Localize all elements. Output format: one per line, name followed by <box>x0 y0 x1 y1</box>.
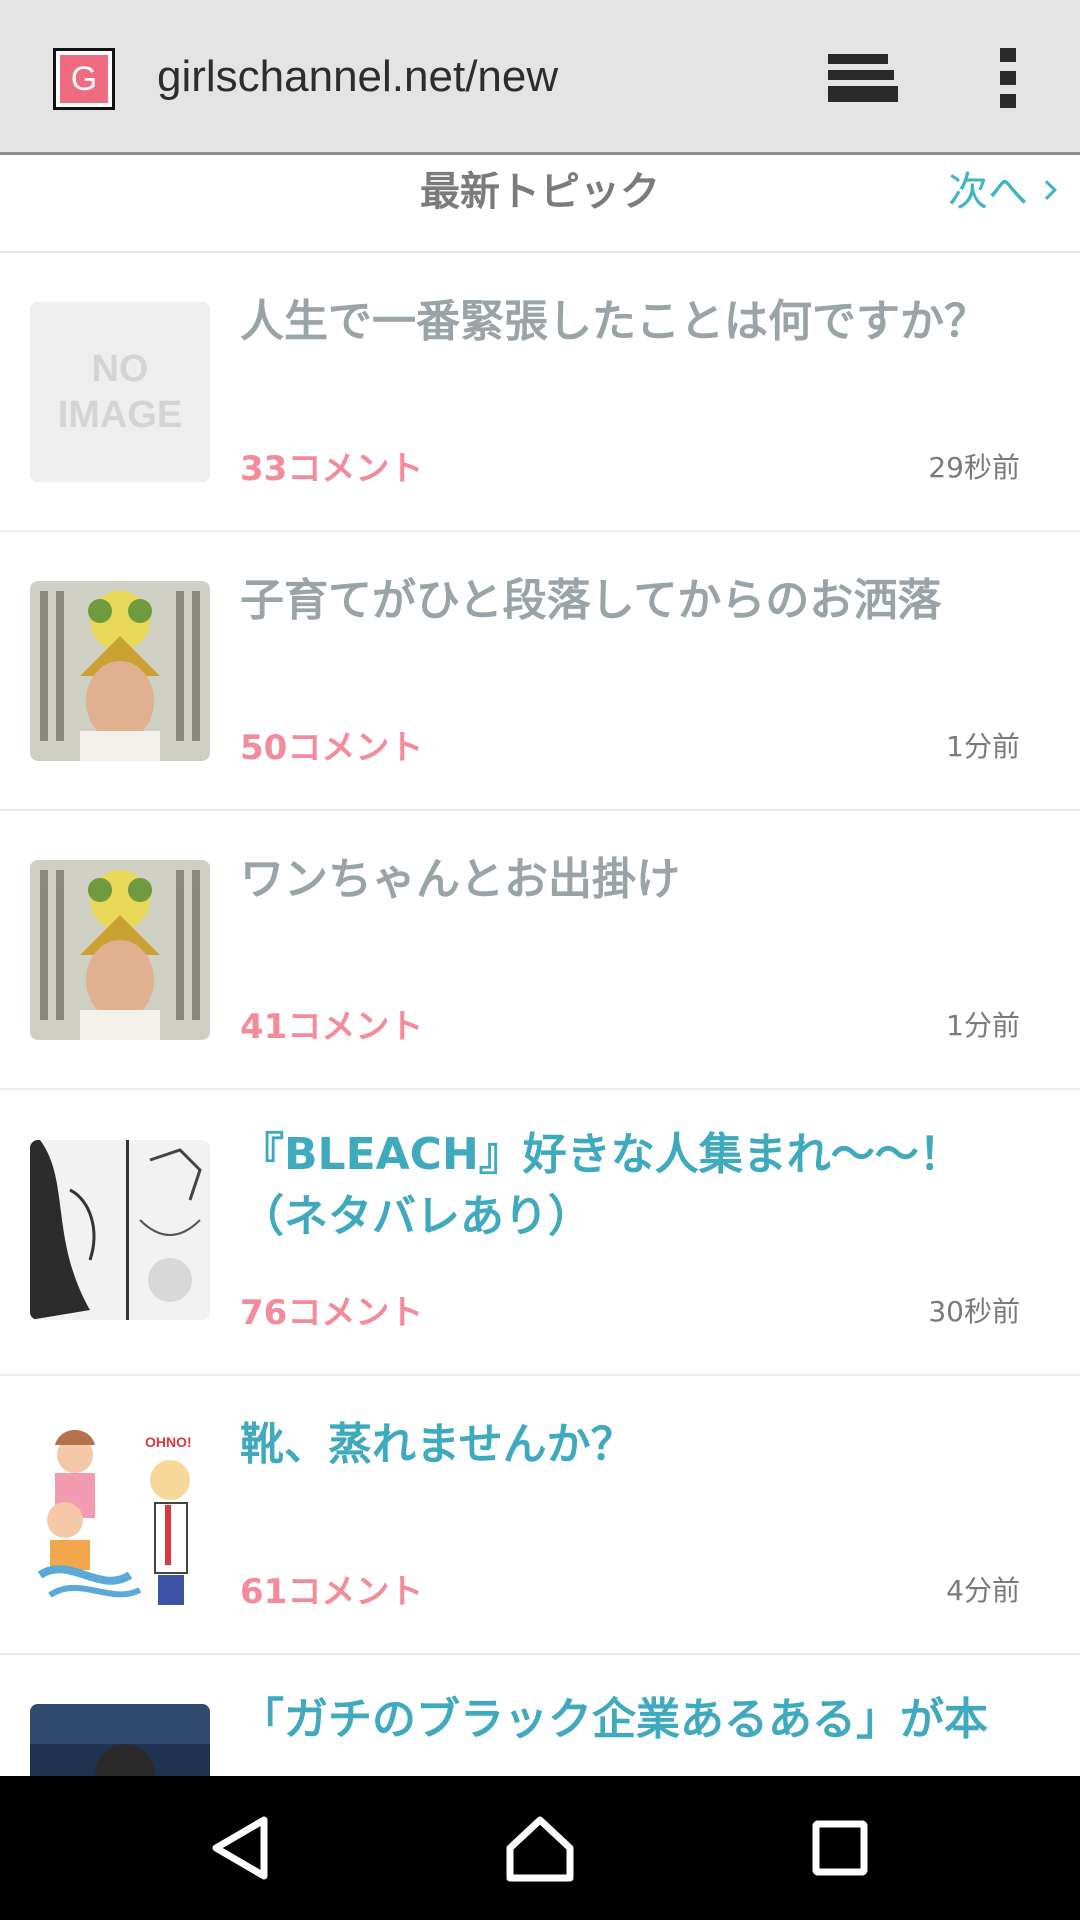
thumbnail-image <box>30 1140 210 1320</box>
recents-icon[interactable] <box>800 1808 880 1888</box>
topic-list: NO IMAGE 人生で一番緊張したことは何ですか？ 33コメント 29秒前 子… <box>0 253 1080 1920</box>
topic-title[interactable]: 人生で一番緊張したことは何ですか？ <box>240 291 1020 353</box>
topic-item[interactable]: 子育てがひと段落してからのお洒落 50コメント 1分前 <box>0 532 1080 811</box>
thumbnail-image <box>30 860 210 1040</box>
comment-count: 61コメント <box>240 1572 424 1612</box>
topic-title[interactable]: 『BLEACH』好きな人集まれ〜〜！ （ネタバレあり） <box>240 1124 1020 1248</box>
home-icon[interactable] <box>500 1808 580 1888</box>
topic-item[interactable]: OHNO! 靴、蒸れませんか？ 61コメント 4分前 <box>0 1376 1080 1655</box>
browser-toolbar: G girlschannel.net/new <box>0 0 1080 155</box>
comment-count: 76コメント <box>240 1293 424 1333</box>
system-nav-bar <box>0 1776 1080 1920</box>
next-page-link[interactable]: 次へ <box>948 159 1057 217</box>
post-time: 29秒前 <box>928 451 1020 484</box>
back-icon[interactable] <box>200 1808 280 1888</box>
chevron-right-icon <box>1037 180 1057 200</box>
post-time: 4分前 <box>946 1574 1020 1607</box>
topic-title[interactable]: 子育てがひと段落してからのお洒落 <box>240 570 1020 632</box>
topic-item[interactable]: ワンちゃんとお出掛け 41コメント 1分前 <box>0 811 1080 1090</box>
page-header: 最新トピック 次へ <box>0 155 1080 253</box>
topic-item[interactable]: 『BLEACH』好きな人集まれ〜〜！ （ネタバレあり） 76コメント 30秒前 <box>0 1090 1080 1376</box>
topic-title[interactable]: 「ガチのブラック企業あるある」が本 <box>240 1689 1020 1751</box>
post-time: 30秒前 <box>928 1295 1020 1328</box>
comment-count: 33コメント <box>240 449 424 489</box>
site-favicon-icon: G <box>53 48 115 110</box>
post-time: 1分前 <box>946 1009 1020 1042</box>
svg-text:OHNO!: OHNO! <box>145 1434 192 1450</box>
topic-title[interactable]: ワンちゃんとお出掛け <box>240 849 1020 911</box>
thumbnail-image: OHNO! <box>30 1425 210 1605</box>
comment-count: 41コメント <box>240 1007 424 1047</box>
thumbnail-image <box>30 581 210 761</box>
comment-count: 50コメント <box>240 728 424 768</box>
no-image-thumbnail: NO IMAGE <box>30 302 210 482</box>
next-label: 次へ <box>948 169 1028 215</box>
tabs-icon[interactable] <box>822 50 902 106</box>
topic-item[interactable]: NO IMAGE 人生で一番緊張したことは何ですか？ 33コメント 29秒前 <box>0 253 1080 532</box>
topic-title[interactable]: 靴、蒸れませんか？ <box>240 1414 1020 1476</box>
url-bar[interactable]: girlschannel.net/new <box>157 52 558 102</box>
page-title: 最新トピック <box>420 169 660 215</box>
overflow-menu-icon[interactable] <box>996 46 1020 110</box>
post-time: 1分前 <box>946 730 1020 763</box>
